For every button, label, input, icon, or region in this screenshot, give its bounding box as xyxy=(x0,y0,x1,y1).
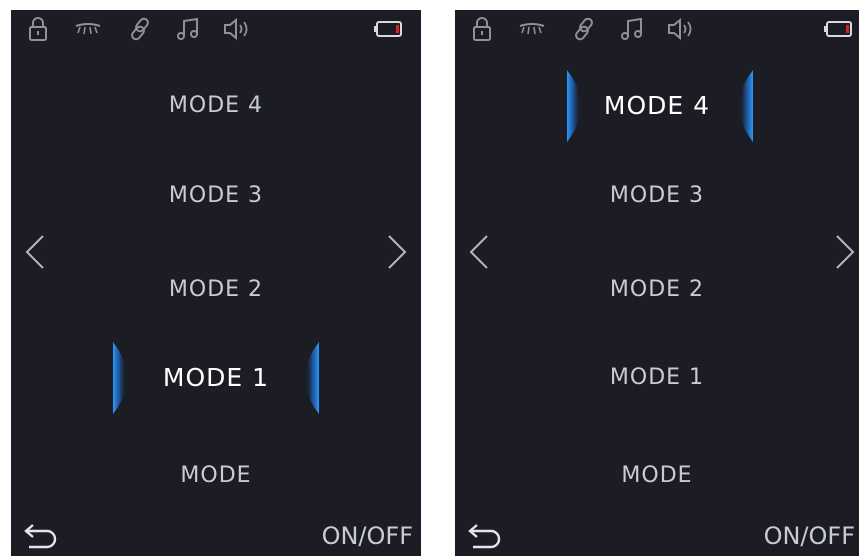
device-screen-mode4-selected: MODE 4 MODE 3 MODE 2 MODE 1 MODE ON/OFF xyxy=(455,10,859,556)
on-off-button[interactable]: ON/OFF xyxy=(764,518,855,554)
on-off-button[interactable]: ON/OFF xyxy=(322,518,413,554)
mode-option-2[interactable]: MODE 2 xyxy=(455,270,859,310)
eye-lashes-icon xyxy=(517,14,547,44)
mode-option-1[interactable]: MODE 1 xyxy=(455,358,859,398)
link-icon xyxy=(126,14,156,44)
previous-arrow-icon[interactable] xyxy=(21,232,51,272)
mode-option-3[interactable]: MODE 3 xyxy=(11,176,421,216)
mode-option-4[interactable]: MODE 4 xyxy=(11,86,421,126)
selection-glow-right xyxy=(725,70,753,142)
selection-glow-left xyxy=(113,342,141,414)
battery-icon xyxy=(373,14,407,44)
speaker-icon xyxy=(221,14,251,44)
lock-icon xyxy=(467,14,497,44)
selection-glow-right xyxy=(291,342,319,414)
lock-icon xyxy=(23,14,53,44)
selection-glow-left xyxy=(567,70,595,142)
next-arrow-icon[interactable] xyxy=(829,232,859,272)
device-screen-mode1-selected: MODE 4 MODE 3 MODE 2 MODE 1 MODE ON/OFF xyxy=(11,10,421,556)
eye-lashes-icon xyxy=(73,14,103,44)
battery-icon xyxy=(823,14,857,44)
mode-option-base[interactable]: MODE xyxy=(455,456,859,496)
back-arrow-icon[interactable] xyxy=(465,520,505,552)
music-note-icon xyxy=(618,14,648,44)
music-note-icon xyxy=(174,14,204,44)
mode-option-4-selected[interactable]: MODE 4 xyxy=(455,70,859,142)
link-icon xyxy=(570,14,600,44)
back-arrow-icon[interactable] xyxy=(21,520,61,552)
mode-option-2[interactable]: MODE 2 xyxy=(11,270,421,310)
speaker-icon xyxy=(665,14,695,44)
next-arrow-icon[interactable] xyxy=(381,232,411,272)
status-bar xyxy=(11,14,421,44)
mode-option-1-selected[interactable]: MODE 1 xyxy=(11,342,421,414)
mode-option-base[interactable]: MODE xyxy=(11,456,421,496)
status-bar xyxy=(455,14,859,44)
mode-option-3[interactable]: MODE 3 xyxy=(455,176,859,216)
previous-arrow-icon[interactable] xyxy=(465,232,495,272)
